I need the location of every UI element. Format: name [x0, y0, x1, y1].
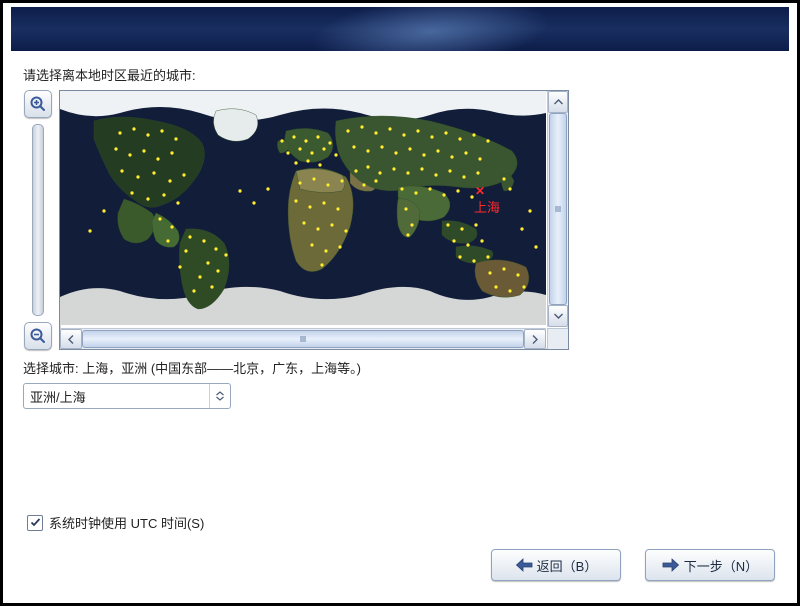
chevron-down-icon: [554, 313, 563, 319]
header-banner: [11, 7, 789, 51]
scroll-down-button[interactable]: [548, 305, 568, 327]
grip-icon: [299, 335, 307, 343]
back-button-label: 返回（B）: [537, 556, 598, 575]
scroll-left-button[interactable]: [60, 329, 82, 349]
scroll-up-button[interactable]: [548, 91, 568, 113]
map-vertical-scrollbar[interactable]: [547, 91, 568, 327]
checkmark-icon: [30, 517, 41, 528]
zoom-out-button[interactable]: [24, 322, 52, 350]
zoom-in-icon: [29, 95, 47, 113]
chevron-right-icon: [532, 335, 538, 344]
arrow-left-icon: [515, 558, 533, 572]
scroll-right-button[interactable]: [524, 329, 546, 349]
utc-checkbox-label: 系统时钟使用 UTC 时间(S): [49, 513, 204, 532]
chevron-down-icon: [216, 396, 224, 401]
zoom-in-button[interactable]: [24, 90, 52, 118]
utc-checkbox[interactable]: [27, 515, 43, 531]
zoom-out-icon: [29, 327, 47, 345]
timezone-combo-value: 亚洲/上海: [30, 387, 209, 406]
horizontal-scroll-thumb[interactable]: [82, 330, 524, 348]
combo-spinner[interactable]: [209, 384, 230, 408]
chevron-up-icon: [554, 99, 563, 105]
vertical-scroll-thumb[interactable]: [549, 113, 567, 305]
chevron-left-icon: [68, 335, 74, 344]
arrow-right-icon: [662, 558, 680, 572]
back-button[interactable]: 返回（B）: [491, 549, 621, 581]
timezone-map-frame: ✕ 上海: [59, 90, 569, 350]
scrollbar-corner: [547, 328, 568, 349]
timezone-combo[interactable]: 亚洲/上海: [23, 383, 231, 409]
prompt-text: 请选择离本地时区最近的城市:: [23, 65, 777, 84]
next-button[interactable]: 下一步（N）: [645, 549, 775, 581]
timezone-map[interactable]: ✕ 上海: [60, 91, 546, 325]
grip-icon: [554, 205, 562, 213]
next-button-label: 下一步（N）: [684, 556, 758, 575]
map-horizontal-scrollbar[interactable]: [60, 328, 546, 349]
zoom-slider[interactable]: [32, 124, 44, 316]
selected-city-description: 选择城市: 上海，亚洲 (中国东部——北京，广东，上海等。): [23, 358, 777, 377]
